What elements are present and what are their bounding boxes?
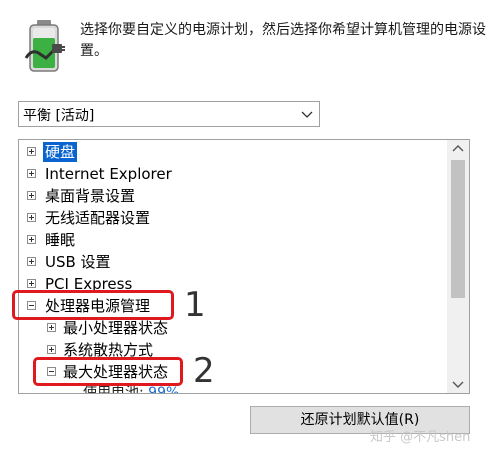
annotation-box-2 <box>33 357 183 386</box>
tree-item-label: 无线适配器设置 <box>45 209 151 227</box>
expand-plus-icon[interactable] <box>27 147 36 156</box>
power-battery-icon <box>24 20 65 72</box>
power-plan-dropdown[interactable]: 平衡 [活动] <box>18 101 320 127</box>
tree-item-label: 睡眠 <box>45 231 76 249</box>
on-battery-value[interactable]: 99% <box>148 385 179 393</box>
tree-scrollbar[interactable] <box>447 140 469 393</box>
annotation-box-1 <box>12 290 174 320</box>
tree-item-label: 硬盘 <box>43 142 78 162</box>
expand-plus-icon[interactable] <box>27 279 36 288</box>
annotation-number-2: 2 <box>193 351 215 391</box>
tree-item-label: USB 设置 <box>45 253 111 271</box>
scroll-up-icon[interactable] <box>447 140 469 158</box>
watermark: 知乎 @不凡shen <box>370 430 471 445</box>
expand-plus-icon[interactable] <box>27 213 36 222</box>
scroll-down-icon[interactable] <box>447 375 469 393</box>
power-settings-tree[interactable]: 硬盘 Internet Explorer 桌面背景设置 无线适配器设置 睡眠 U… <box>18 139 470 394</box>
chevron-down-icon <box>301 111 313 118</box>
annotation-number-1: 1 <box>184 285 206 325</box>
scroll-thumb[interactable] <box>451 160 465 298</box>
tree-item-label: Internet Explorer <box>45 165 172 183</box>
plan-description: 选择你要自定义的电源计划，然后选择你希望计算机管理的电源设置。 <box>80 22 486 59</box>
tree-item-label: 最小处理器状态 <box>63 319 169 337</box>
on-battery-label: 使用电池: <box>83 385 144 393</box>
expand-plus-icon[interactable] <box>27 169 36 178</box>
tree-item-label: 桌面背景设置 <box>45 187 136 205</box>
expand-plus-icon[interactable] <box>27 235 36 244</box>
expand-plus-icon[interactable] <box>27 257 36 266</box>
header: 选择你要自定义的电源计划，然后选择你希望计算机管理的电源设置。 <box>18 14 488 74</box>
expand-plus-icon[interactable] <box>47 323 56 332</box>
expand-plus-icon[interactable] <box>27 191 36 200</box>
power-plan-value: 平衡 [活动] <box>23 108 95 124</box>
tree-content: 硬盘 Internet Explorer 桌面背景设置 无线适配器设置 睡眠 U… <box>19 140 447 393</box>
expand-plus-icon[interactable] <box>47 345 56 354</box>
